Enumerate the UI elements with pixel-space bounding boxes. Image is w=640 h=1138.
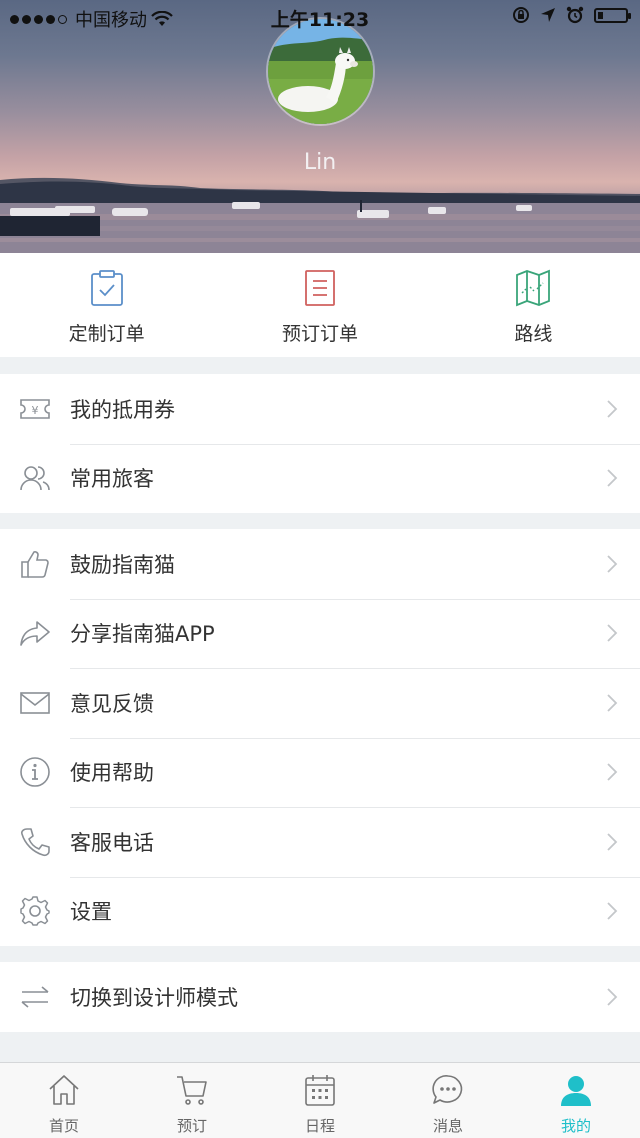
tab-bar: 首页 预订 日程 消息 我的 xyxy=(0,1062,640,1138)
phone-icon xyxy=(18,825,52,859)
quick-action-label: 定制订单 xyxy=(68,323,145,345)
tab-booking[interactable]: 预订 xyxy=(128,1063,256,1138)
switch-icon xyxy=(18,980,52,1014)
account-group: ¥ 我的抵用券 常用旅客 xyxy=(0,374,640,513)
tab-schedule[interactable]: 日程 xyxy=(256,1063,384,1138)
app-group: 鼓励指南猫 分享指南猫APP 意见反馈 使用帮助 客服电话 设置 xyxy=(0,529,640,946)
status-bar: 中国移动 上午11:23 xyxy=(0,0,640,34)
profile-header: 中国移动 上午11:23 Lin xyxy=(0,0,640,253)
travelers-icon xyxy=(18,461,52,495)
tab-label: 首页 xyxy=(48,1117,79,1135)
chevron-right-icon xyxy=(607,555,618,573)
location-icon xyxy=(541,8,555,22)
rotation-lock-icon xyxy=(513,7,529,23)
encourage-row[interactable]: 鼓励指南猫 xyxy=(0,529,640,599)
tab-profile[interactable]: 我的 xyxy=(512,1063,640,1138)
tab-messages[interactable]: 消息 xyxy=(384,1063,512,1138)
tab-label: 预订 xyxy=(176,1117,207,1135)
row-label: 我的抵用券 xyxy=(70,397,175,422)
tab-label: 日程 xyxy=(304,1117,335,1135)
document-list-icon xyxy=(305,270,335,306)
quick-action-label: 路线 xyxy=(514,323,553,345)
chevron-right-icon xyxy=(607,902,618,920)
share-app-row[interactable]: 分享指南猫APP xyxy=(0,598,640,669)
settings-row[interactable]: 设置 xyxy=(0,876,640,947)
chevron-right-icon xyxy=(607,763,618,781)
battery-icon xyxy=(594,7,631,23)
chevron-right-icon xyxy=(607,469,618,487)
share-icon xyxy=(18,616,52,650)
row-label: 客服电话 xyxy=(70,830,154,855)
switch-designer-mode-row[interactable]: 切换到设计师模式 xyxy=(0,962,640,1032)
tab-label: 我的 xyxy=(560,1117,591,1135)
cart-icon xyxy=(177,1076,207,1105)
row-label: 鼓励指南猫 xyxy=(70,552,175,577)
info-icon xyxy=(18,755,52,789)
chevron-right-icon xyxy=(607,988,618,1006)
home-icon xyxy=(49,1075,79,1105)
quick-actions: 定制订单 预订订单 路线 xyxy=(0,253,640,357)
map-icon xyxy=(516,269,551,307)
chevron-right-icon xyxy=(607,400,618,418)
user-icon xyxy=(561,1076,591,1106)
feedback-row[interactable]: 意见反馈 xyxy=(0,668,640,738)
custom-orders-button[interactable]: 定制订单 xyxy=(0,253,213,357)
calendar-icon xyxy=(305,1075,335,1106)
gear-icon xyxy=(18,894,52,928)
routes-button[interactable]: 路线 xyxy=(427,253,640,357)
chevron-right-icon xyxy=(607,833,618,851)
mode-group: 切换到设计师模式 xyxy=(0,962,640,1032)
quick-action-label: 预订订单 xyxy=(281,323,358,345)
tab-label: 消息 xyxy=(432,1117,463,1135)
vouchers-row[interactable]: ¥ 我的抵用券 xyxy=(0,374,640,444)
message-icon xyxy=(432,1075,463,1104)
voucher-icon: ¥ xyxy=(18,392,52,426)
row-label: 常用旅客 xyxy=(70,467,154,492)
row-label: 分享指南猫APP xyxy=(70,622,215,647)
booking-orders-button[interactable]: 预订订单 xyxy=(213,253,426,357)
mail-icon xyxy=(18,686,52,720)
thumbs-up-icon xyxy=(18,547,52,581)
username: Lin xyxy=(303,150,337,175)
customer-service-row[interactable]: 客服电话 xyxy=(0,807,640,877)
tab-home[interactable]: 首页 xyxy=(0,1063,128,1138)
row-label: 切换到设计师模式 xyxy=(70,985,238,1010)
row-label: 设置 xyxy=(70,900,112,925)
svg-text:¥: ¥ xyxy=(32,404,39,417)
row-label: 意见反馈 xyxy=(70,691,154,716)
chevron-right-icon xyxy=(607,694,618,712)
alarm-icon xyxy=(566,6,584,24)
clipboard-check-icon xyxy=(90,270,123,306)
chevron-right-icon xyxy=(607,624,618,642)
help-row[interactable]: 使用帮助 xyxy=(0,737,640,808)
row-label: 使用帮助 xyxy=(70,761,154,786)
frequent-travelers-row[interactable]: 常用旅客 xyxy=(0,443,640,514)
